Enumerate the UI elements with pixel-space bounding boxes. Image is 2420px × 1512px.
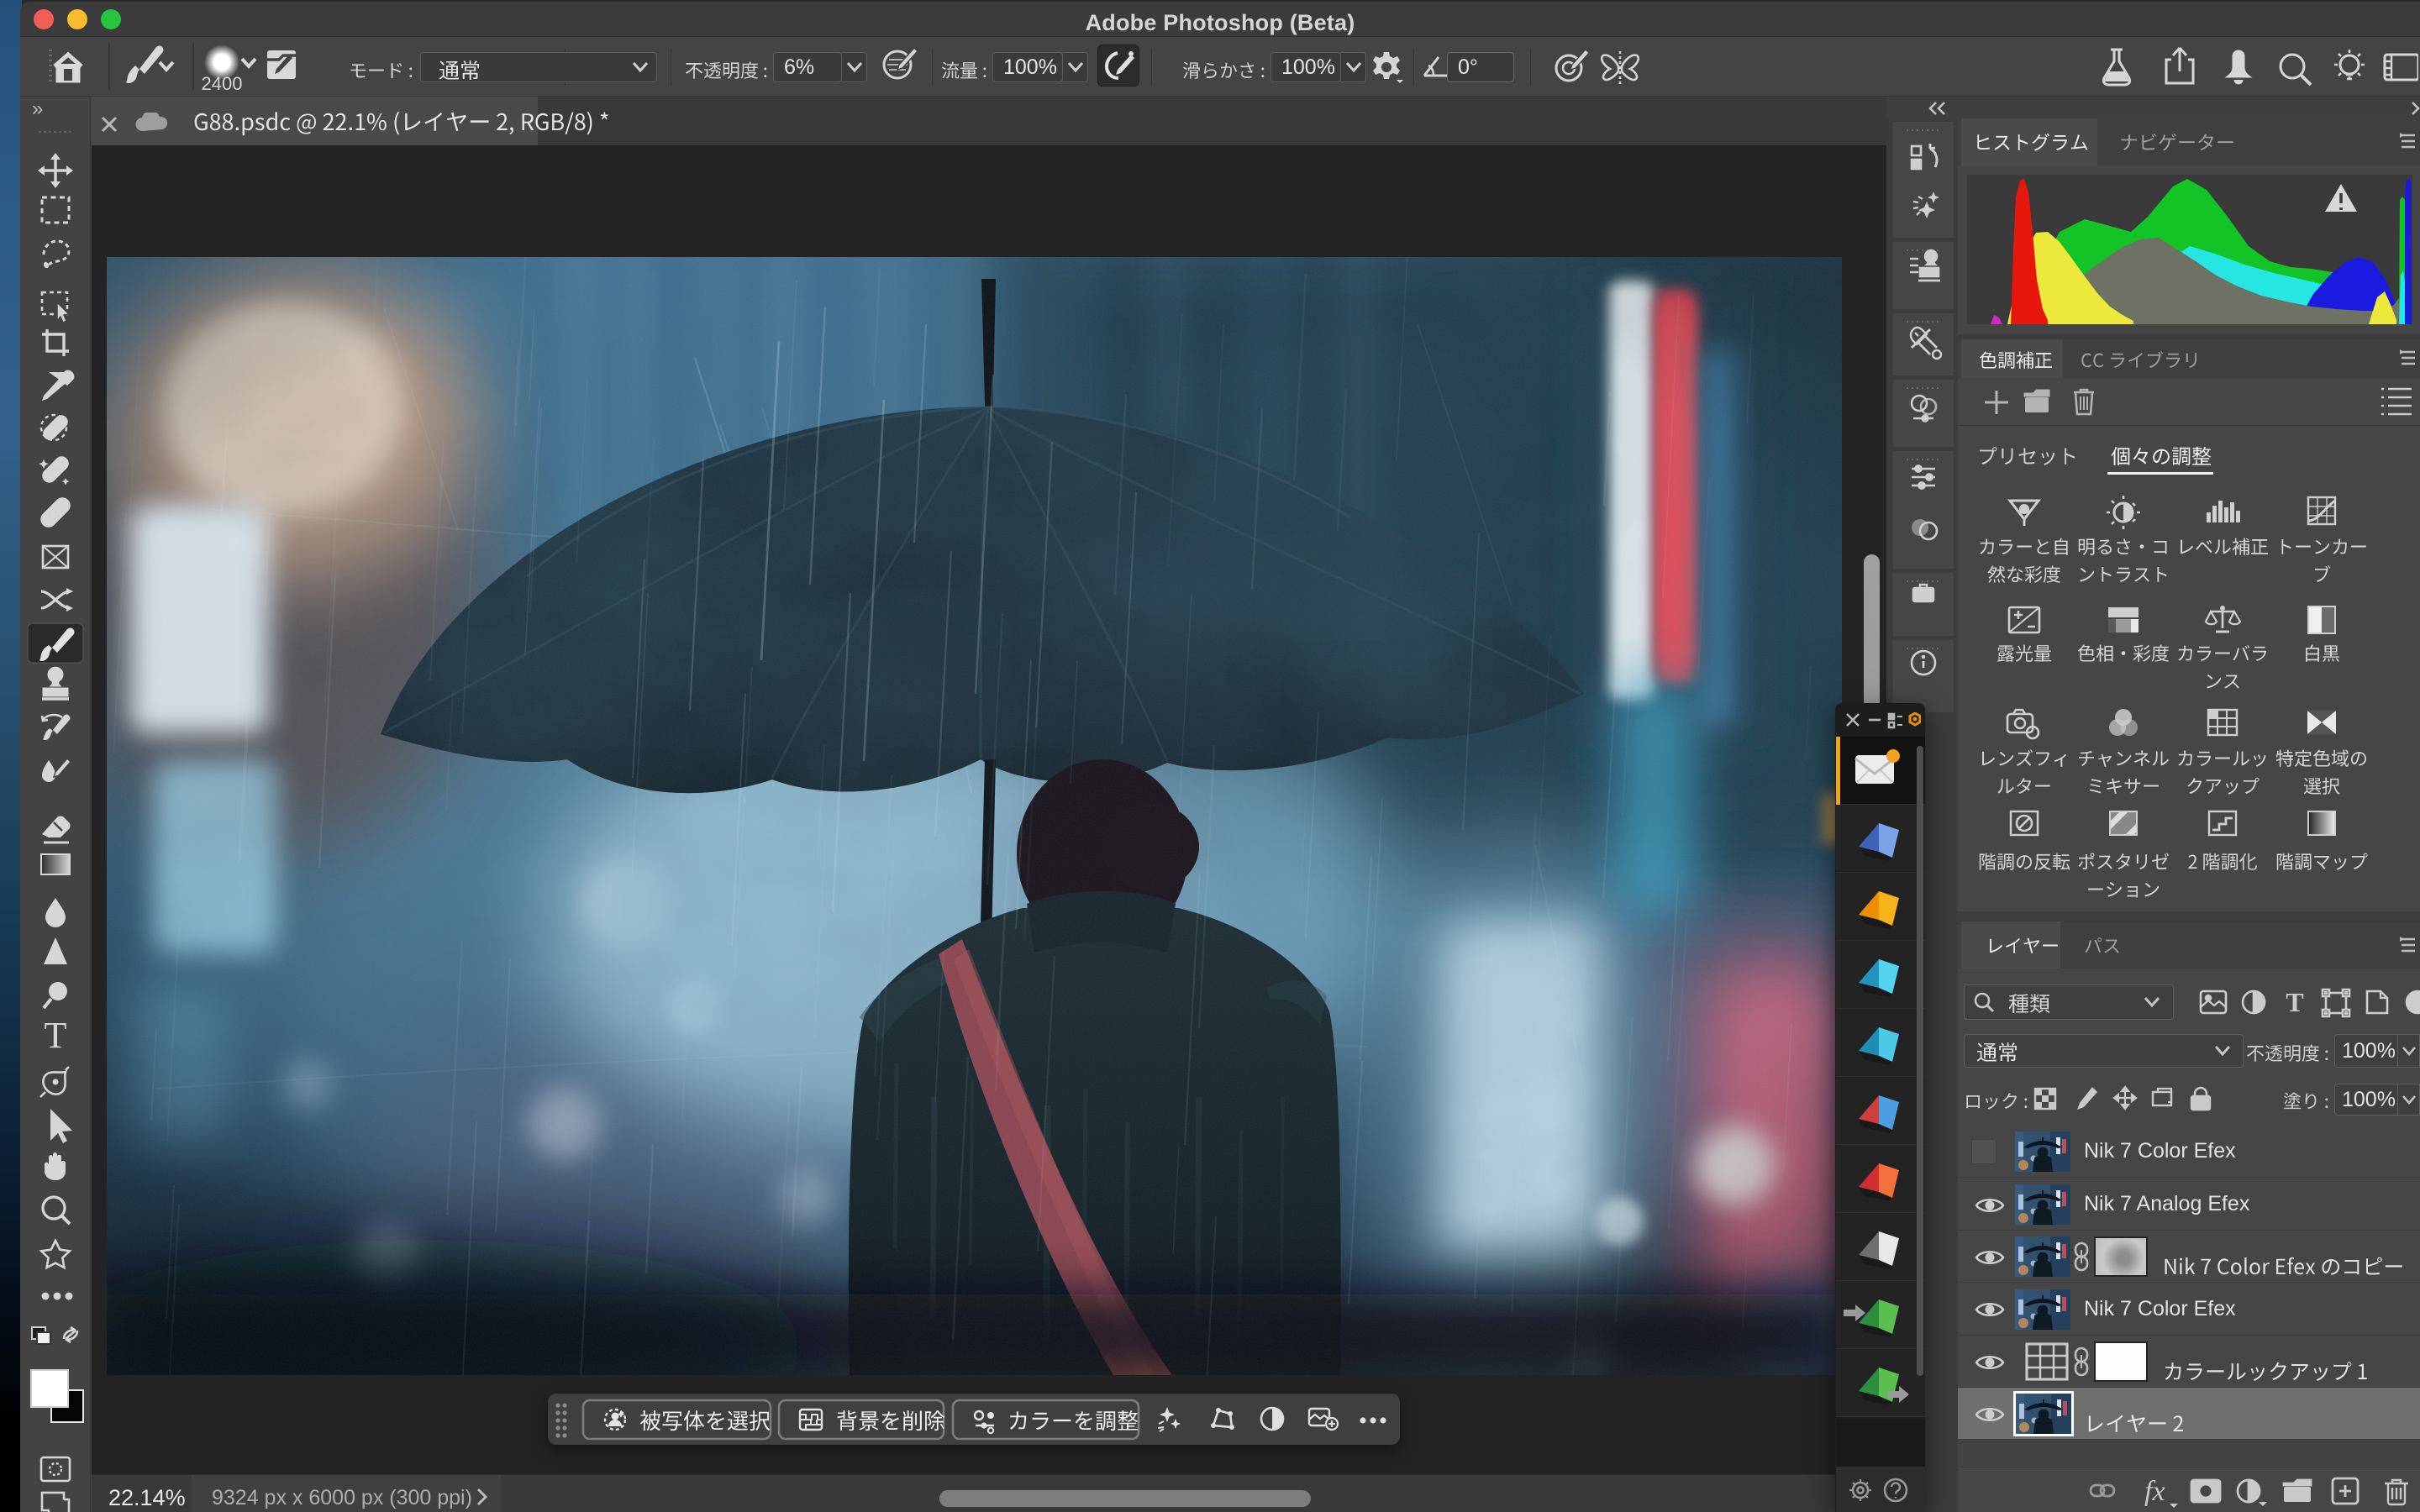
svg-text:2400: 2400 bbox=[202, 73, 243, 94]
svg-text:T: T bbox=[2286, 987, 2303, 1017]
svg-text:T: T bbox=[45, 1015, 67, 1056]
svg-text:fx: fx bbox=[2144, 1476, 2165, 1507]
svg-text:»: » bbox=[32, 97, 43, 120]
